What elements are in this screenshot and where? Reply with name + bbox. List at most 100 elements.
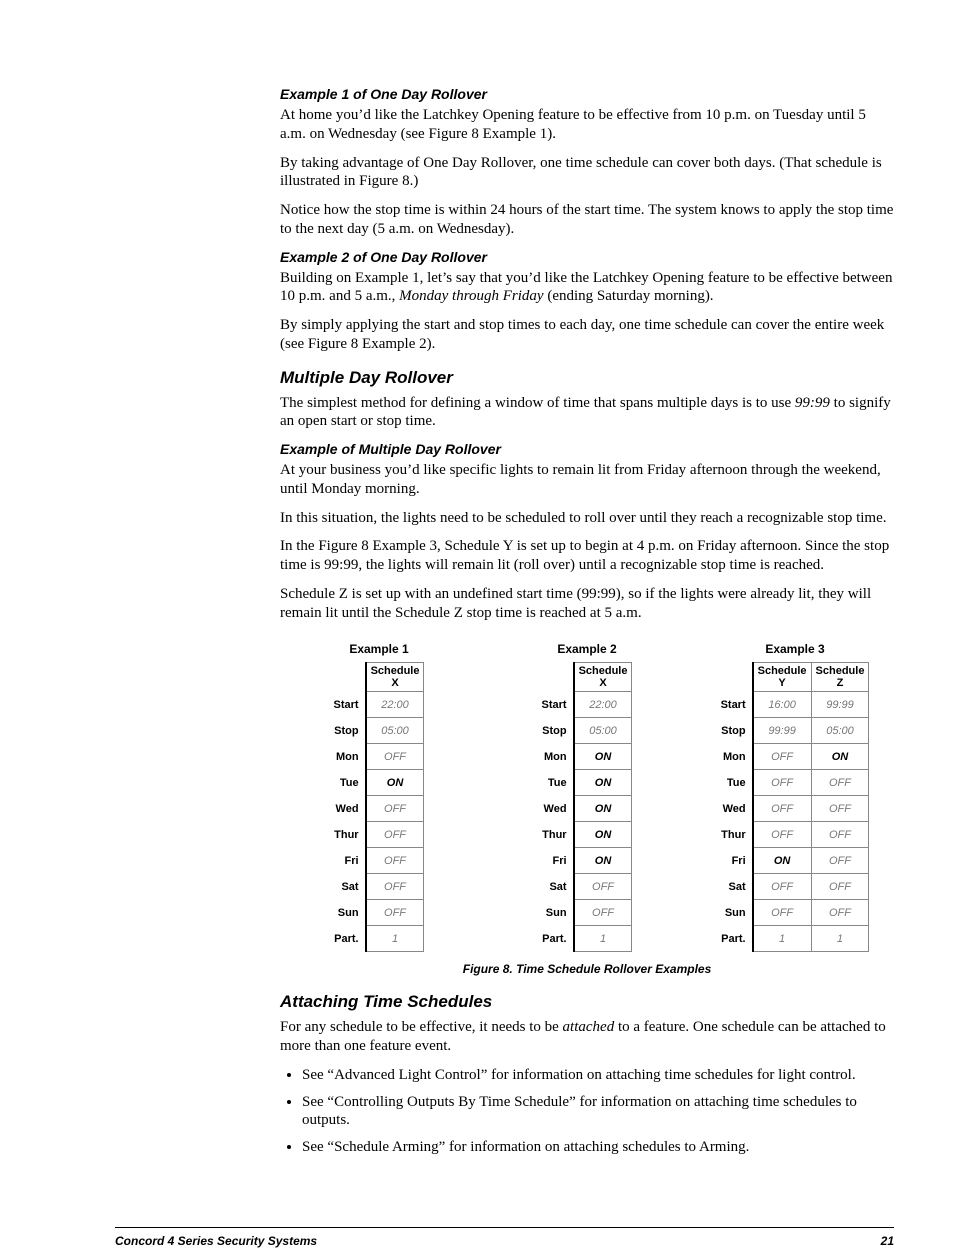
row-label: Sun — [721, 900, 753, 926]
table-cell: OFF — [753, 874, 811, 900]
row-label: Fri — [542, 848, 574, 874]
table-cell: ON — [574, 848, 632, 874]
paragraph: Building on Example 1, let’s say that yo… — [280, 269, 894, 307]
table-cell: ON — [574, 744, 632, 770]
row-label: Part. — [721, 926, 753, 952]
footer-left: Concord 4 Series Security Systems — [115, 1234, 317, 1248]
figure-title: Example 2 — [557, 642, 616, 656]
table-cell: OFF — [811, 796, 869, 822]
table-cell: ON — [366, 770, 424, 796]
text-italic: 99:99 — [795, 395, 830, 411]
table-cell: ON — [574, 822, 632, 848]
table-cell: OFF — [811, 848, 869, 874]
page-content: Example 1 of One Day Rollover At home yo… — [0, 0, 954, 1207]
row-label: Mon — [542, 744, 574, 770]
table-cell: 22:00 — [366, 692, 424, 718]
table-cell: 99:99 — [811, 692, 869, 718]
table-cell: 05:00 — [574, 718, 632, 744]
figure-example1: Example 1 ScheduleXStart22:00Stop05:00Mo… — [280, 642, 478, 952]
table-cell: ON — [574, 770, 632, 796]
column-header: ScheduleX — [366, 663, 424, 692]
text: (ending Saturday morning). — [544, 288, 714, 304]
text: For any schedule to be effective, it nee… — [280, 1019, 563, 1035]
row-label: Mon — [334, 744, 366, 770]
table-cell: 1 — [811, 926, 869, 952]
table-cell: 22:00 — [574, 692, 632, 718]
row-label: Sat — [542, 874, 574, 900]
table-cell: OFF — [366, 796, 424, 822]
row-label: Mon — [721, 744, 753, 770]
figure-8: Example 1 ScheduleXStart22:00Stop05:00Mo… — [280, 642, 894, 952]
table-cell: OFF — [366, 900, 424, 926]
schedule-table-3: ScheduleYScheduleZStart16:0099:99Stop99:… — [721, 662, 870, 952]
table-cell: 1 — [366, 926, 424, 952]
table-cell: OFF — [753, 900, 811, 926]
row-label: Start — [334, 692, 366, 718]
paragraph: For any schedule to be effective, it nee… — [280, 1018, 894, 1056]
paragraph: By taking advantage of One Day Rollover,… — [280, 154, 894, 192]
table-cell: OFF — [753, 744, 811, 770]
table-cell: OFF — [574, 900, 632, 926]
paragraph: Notice how the stop time is within 24 ho… — [280, 201, 894, 239]
column-header: ScheduleZ — [811, 663, 869, 692]
bullet-item: See “Schedule Arming” for information on… — [302, 1138, 894, 1157]
table-cell: 1 — [753, 926, 811, 952]
table-cell: ON — [753, 848, 811, 874]
row-label: Sat — [334, 874, 366, 900]
row-label: Thur — [334, 822, 366, 848]
paragraph: Schedule Z is set up with an undefined s… — [280, 585, 894, 623]
paragraph: At your business you’d like specific lig… — [280, 461, 894, 499]
page-footer: Concord 4 Series Security Systems 21 — [115, 1227, 894, 1248]
bullet-item: See “Advanced Light Control” for informa… — [302, 1066, 894, 1085]
heading-example1: Example 1 of One Day Rollover — [280, 86, 894, 102]
row-label: Tue — [542, 770, 574, 796]
table-cell: OFF — [753, 770, 811, 796]
row-label: Wed — [334, 796, 366, 822]
table-cell: ON — [811, 744, 869, 770]
bullet-item: See “Controlling Outputs By Time Schedul… — [302, 1093, 894, 1131]
table-cell: OFF — [811, 770, 869, 796]
table-cell: 05:00 — [811, 718, 869, 744]
figure-example2: Example 2 ScheduleXStart22:00Stop05:00Mo… — [488, 642, 686, 952]
table-cell: OFF — [811, 874, 869, 900]
paragraph: In the Figure 8 Example 3, Schedule Y is… — [280, 537, 894, 575]
row-label: Thur — [542, 822, 574, 848]
table-cell: 99:99 — [753, 718, 811, 744]
table-cell: ON — [574, 796, 632, 822]
row-label: Fri — [334, 848, 366, 874]
row-label: Thur — [721, 822, 753, 848]
row-label: Wed — [721, 796, 753, 822]
row-label: Start — [542, 692, 574, 718]
row-label: Stop — [721, 718, 753, 744]
heading-attaching: Attaching Time Schedules — [280, 992, 894, 1012]
figure-example3: Example 3 ScheduleYScheduleZStart16:0099… — [696, 642, 894, 952]
text-italic: Monday through Friday — [399, 288, 543, 304]
row-label: Stop — [542, 718, 574, 744]
text-italic: attached — [563, 1019, 615, 1035]
paragraph: In this situation, the lights need to be… — [280, 509, 894, 528]
table-cell: OFF — [753, 796, 811, 822]
table-cell: OFF — [366, 822, 424, 848]
row-label: Stop — [334, 718, 366, 744]
schedule-table-1: ScheduleXStart22:00Stop05:00MonOFFTueONW… — [334, 662, 425, 952]
row-label: Sun — [334, 900, 366, 926]
table-cell: OFF — [366, 848, 424, 874]
row-label: Sun — [542, 900, 574, 926]
footer-page-number: 21 — [881, 1234, 894, 1248]
table-cell: 16:00 — [753, 692, 811, 718]
table-cell: 05:00 — [366, 718, 424, 744]
row-label: Part. — [334, 926, 366, 952]
heading-multiple-day: Multiple Day Rollover — [280, 368, 894, 388]
heading-example2: Example 2 of One Day Rollover — [280, 249, 894, 265]
paragraph: The simplest method for defining a windo… — [280, 394, 894, 432]
row-label: Tue — [334, 770, 366, 796]
row-label: Start — [721, 692, 753, 718]
row-label: Fri — [721, 848, 753, 874]
table-cell: OFF — [574, 874, 632, 900]
paragraph: At home you’d like the Latchkey Opening … — [280, 106, 894, 144]
column-header: ScheduleX — [574, 663, 632, 692]
table-cell: 1 — [574, 926, 632, 952]
table-cell: OFF — [366, 744, 424, 770]
heading-example-multiple: Example of Multiple Day Rollover — [280, 441, 894, 457]
row-label: Sat — [721, 874, 753, 900]
